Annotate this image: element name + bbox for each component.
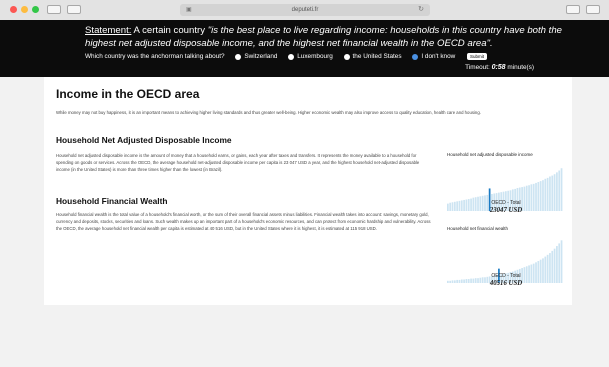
- tabs-button[interactable]: [586, 5, 600, 14]
- option-label[interactable]: Luxembourg: [297, 53, 333, 60]
- chart-title: Household net adjusted disposable income: [447, 152, 533, 157]
- chart-highlight-label: OECD - Total: [491, 273, 521, 279]
- submit-button[interactable]: Submit: [467, 53, 488, 60]
- timeout-unit: minute(s): [507, 64, 534, 71]
- close-window-button[interactable]: [10, 6, 17, 13]
- page-title: Income in the OECD area: [56, 87, 200, 101]
- income-chart: Household net adjusted disposable income…: [447, 152, 563, 222]
- address-bar[interactable]: ▣ deputeti.fr ↻: [180, 4, 430, 16]
- intro-paragraph: While money may not buy happiness, it is…: [56, 110, 481, 115]
- timeout-label: Timeout:: [465, 64, 490, 71]
- radio-united-states[interactable]: [343, 53, 350, 60]
- minimize-window-button[interactable]: [21, 6, 28, 13]
- timeout-value: 0:58: [491, 64, 506, 71]
- section-title-wealth: Household Financial Wealth: [56, 196, 168, 206]
- radio-luxembourg[interactable]: [288, 53, 295, 60]
- question-text: Which country was the anchorman talking …: [85, 53, 225, 60]
- chart-highlight-label: OECD - Total: [491, 200, 521, 206]
- radio-switzerland[interactable]: [235, 53, 242, 60]
- sidebar-toggle-button[interactable]: [67, 5, 81, 14]
- chart-title: Household net financial wealth: [447, 226, 509, 231]
- timeout: Timeout: 0:58 minute(s): [465, 64, 534, 71]
- question-row: Which country was the anchorman talking …: [85, 53, 488, 60]
- statement-label: Statement:: [85, 25, 132, 36]
- back-button[interactable]: [47, 5, 61, 14]
- page-info-icon: ▣: [186, 7, 192, 13]
- reload-icon[interactable]: ↻: [418, 4, 424, 16]
- section-text-income: Household net adjusted disposable income…: [56, 153, 420, 173]
- content-card: Income in the OECD area While money may …: [44, 77, 572, 305]
- option-label[interactable]: I don't know: [421, 53, 455, 60]
- option-label[interactable]: the United States: [353, 53, 402, 60]
- browser-toolbar: ▣ deputeti.fr ↻: [0, 0, 609, 21]
- section-title-income: Household Net Adjusted Disposable Income: [56, 135, 232, 145]
- statement-text: A certain country: [133, 25, 206, 36]
- address-url: deputeti.fr: [291, 7, 319, 13]
- section-text-wealth: Household financial wealth is the total …: [56, 212, 431, 232]
- maximize-window-button[interactable]: [32, 6, 39, 13]
- statement-banner: Statement: A certain country "is the bes…: [0, 20, 609, 77]
- option-label[interactable]: Switzerland: [244, 53, 277, 60]
- wealth-chart: Household net financial wealth OECD - To…: [447, 226, 563, 296]
- share-button[interactable]: [566, 5, 580, 14]
- chart-highlight-value: 23047 USD: [489, 207, 523, 214]
- statement: Statement: A certain country "is the bes…: [85, 25, 565, 50]
- chart-highlight-value: 40516 USD: [489, 280, 523, 287]
- radio-dont-know[interactable]: [412, 53, 419, 60]
